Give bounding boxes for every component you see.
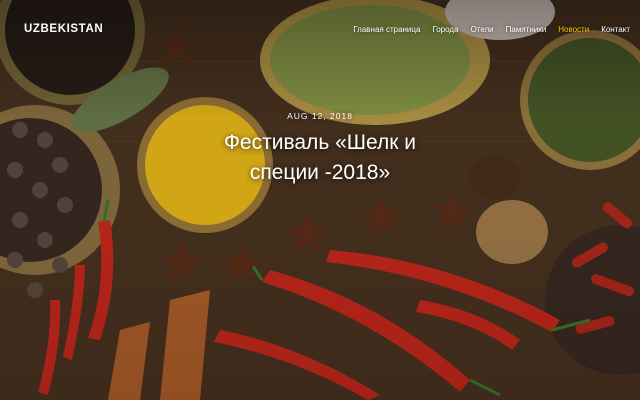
nav-item-cities[interactable]: Города [432,25,458,34]
hero-image [0,0,640,400]
post-title: Фестиваль «Шелк и специи -2018» [223,131,417,184]
nav-item-monuments[interactable]: Памятники [506,25,547,34]
nav-item-news[interactable]: Новости [558,25,589,34]
nav-item-hotels[interactable]: Отели [471,25,494,34]
post-date: AUG 12, 2018 [287,111,353,121]
main-nav: Главная страница Города Отели Памятники … [353,25,630,34]
brand-logo[interactable]: UZBEKISTAN [24,23,103,35]
nav-item-contact[interactable]: Контакт [601,25,630,34]
nav-item-home[interactable]: Главная страница [353,25,420,34]
spices-illustration [0,0,640,400]
